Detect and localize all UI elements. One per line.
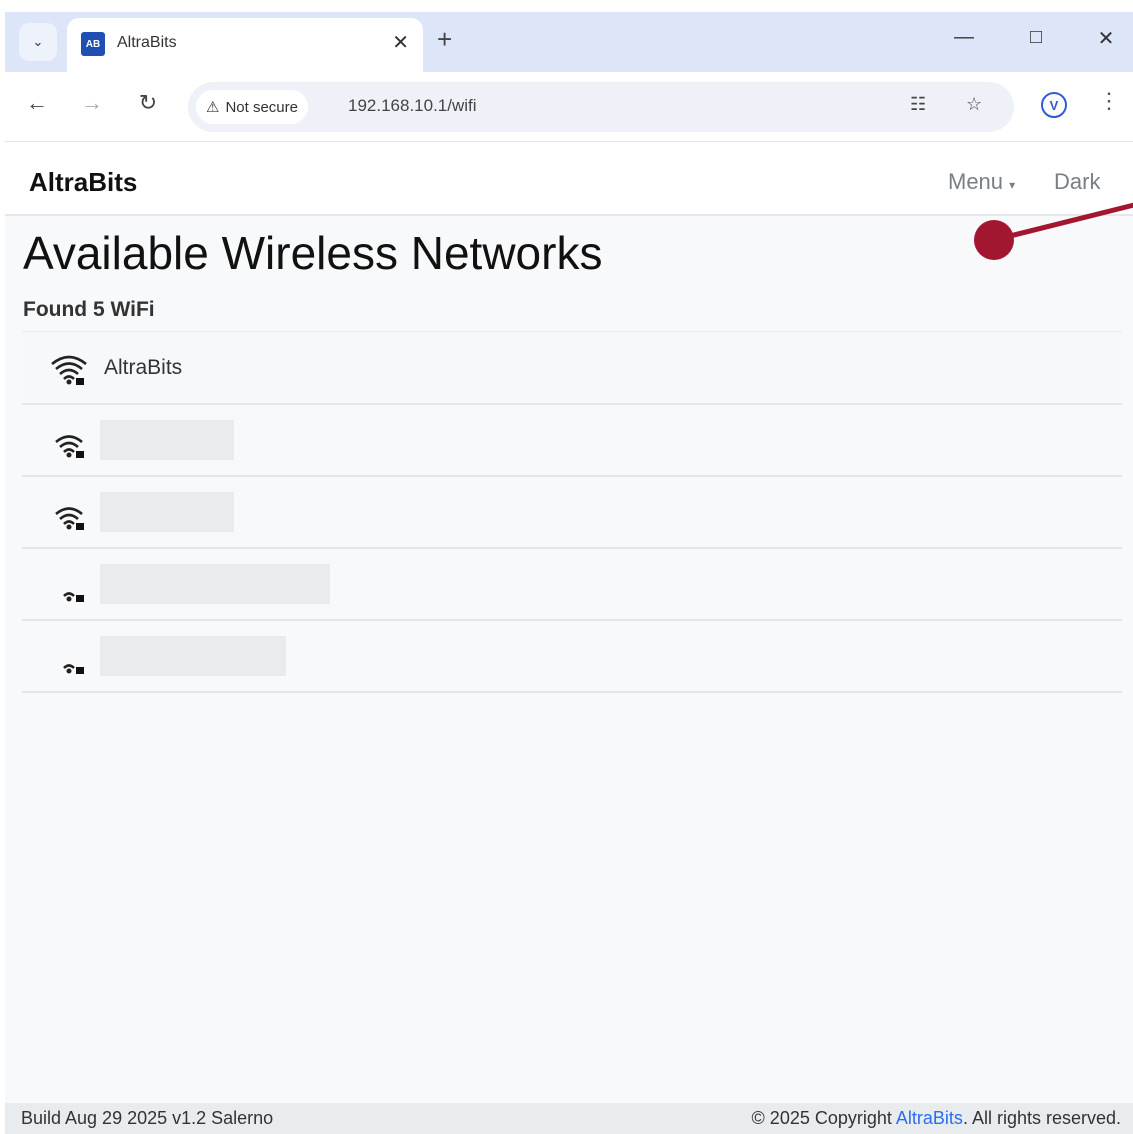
- copyright-suffix: . All rights reserved.: [962, 1108, 1121, 1128]
- wifi-arc: [55, 507, 83, 516]
- site-brand[interactable]: AltraBits: [29, 167, 137, 198]
- maximize-icon[interactable]: □: [1021, 26, 1051, 49]
- minimize-icon[interactable]: —: [949, 26, 979, 49]
- wifi-arc: [59, 441, 79, 449]
- tab-search-button[interactable]: ⌄: [19, 23, 57, 61]
- address-bar[interactable]: ⚠ Not secure 192.168.10.1/wifi ☷ ☆: [188, 82, 1014, 132]
- lock-icon: [76, 451, 84, 458]
- close-tab-icon[interactable]: ✕: [392, 30, 409, 55]
- annotation-dot: [974, 220, 1014, 260]
- wifi-arc: [63, 664, 75, 669]
- wifi-arc: [55, 435, 83, 444]
- lock-icon: [76, 595, 84, 602]
- copyright-prefix: © 2025 Copyright: [751, 1108, 896, 1128]
- copyright: © 2025 Copyright AltraBits. All rights r…: [752, 1108, 1121, 1129]
- browser-menu-icon[interactable]: ⋮: [1098, 88, 1120, 114]
- wifi-dot: [66, 452, 72, 458]
- wifi-signal-icon: [55, 435, 84, 458]
- redacted-ssid: [100, 420, 234, 460]
- security-chip[interactable]: ⚠ Not secure: [196, 90, 308, 124]
- wifi-signal-icon: [55, 507, 84, 530]
- menu-dropdown[interactable]: Menu ▾: [948, 169, 1015, 195]
- network-row[interactable]: [22, 405, 1122, 477]
- warning-icon: ⚠: [206, 99, 220, 116]
- network-count: Found 5 WiFi: [23, 298, 155, 321]
- annotation-pointer: [974, 202, 1133, 260]
- dark-mode-toggle[interactable]: Dark: [1054, 169, 1100, 195]
- build-info: Build Aug 29 2025 v1.2 Salerno: [21, 1108, 274, 1128]
- wifi-arc: [59, 513, 79, 521]
- wifi-dot: [66, 379, 72, 385]
- wifi-arc: [63, 520, 75, 525]
- wifi-signal-icon: [63, 664, 84, 674]
- network-row[interactable]: [22, 477, 1122, 549]
- wifi-dot: [66, 668, 72, 674]
- redacted-ssid: [100, 564, 330, 604]
- tab-title: AltraBits: [117, 34, 177, 51]
- site-footer: Build Aug 29 2025 v1.2 Salerno © 2025 Co…: [5, 1103, 1133, 1134]
- security-label: Not secure: [225, 98, 298, 116]
- close-window-icon[interactable]: ✕: [1091, 26, 1121, 51]
- lock-icon: [76, 667, 84, 674]
- chevron-down-icon: ⌄: [32, 34, 44, 49]
- caret-down-icon: ▾: [1009, 178, 1016, 192]
- wifi-arc: [63, 592, 75, 597]
- copyright-link[interactable]: AltraBits: [896, 1108, 963, 1128]
- wifi-arc: [55, 362, 83, 371]
- network-row[interactable]: [22, 549, 1122, 621]
- favicon-icon: AB: [81, 32, 105, 56]
- forward-icon[interactable]: →: [77, 90, 107, 116]
- redacted-ssid: [100, 492, 234, 532]
- network-ssid: AltraBits: [104, 356, 183, 379]
- annotation-line: [991, 202, 1133, 243]
- wifi-dot: [66, 596, 72, 602]
- reload-icon[interactable]: ↻: [133, 90, 163, 116]
- wifi-dot: [66, 524, 72, 530]
- network-list: AltraBits: [22, 331, 1122, 693]
- bookmark-star-icon[interactable]: ☆: [966, 94, 982, 115]
- wifi-arc: [63, 375, 75, 380]
- extension-icon[interactable]: V: [1041, 92, 1067, 118]
- redacted-ssid: [100, 636, 286, 676]
- browser-toolbar: ← → ↻ ⚠ Not secure 192.168.10.1/wifi ☷ ☆…: [5, 72, 1133, 142]
- lock-icon: [76, 523, 84, 530]
- site-navbar: AltraBits Menu ▾ Dark: [5, 143, 1133, 216]
- wifi-arc: [59, 368, 79, 376]
- browser-tab[interactable]: AB AltraBits ✕: [67, 18, 423, 72]
- url-text[interactable]: 192.168.10.1/wifi: [348, 96, 477, 116]
- network-row[interactable]: AltraBits: [22, 331, 1122, 405]
- translate-icon[interactable]: ☷: [910, 94, 926, 115]
- wifi-arc: [63, 448, 75, 453]
- page-title: Available Wireless Networks: [23, 227, 603, 279]
- back-icon[interactable]: ←: [22, 90, 52, 116]
- menu-label: Menu: [948, 169, 1004, 194]
- wifi-signal-icon: [51, 355, 87, 385]
- browser-tab-bar: ⌄ AB AltraBits ✕ + — □ ✕: [5, 12, 1133, 72]
- network-row[interactable]: [22, 621, 1122, 693]
- web-page: AltraBits Menu ▾ Dark Available Wireless…: [5, 143, 1133, 1103]
- new-tab-icon[interactable]: +: [437, 26, 452, 52]
- wifi-signal-icon: [63, 592, 84, 602]
- lock-icon: [76, 378, 84, 385]
